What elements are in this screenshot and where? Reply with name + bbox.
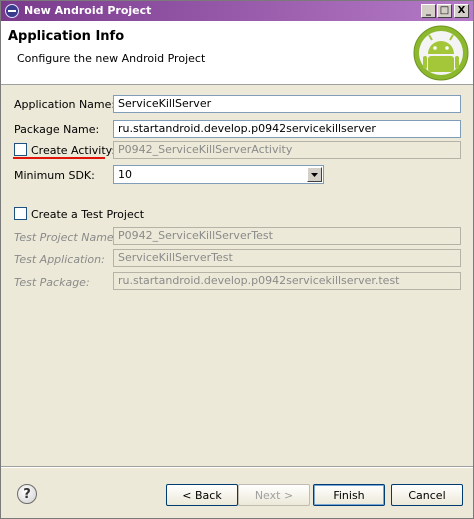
close-button[interactable]: X — [454, 4, 469, 18]
test-project-name-label: Test Project Name: — [14, 231, 118, 244]
test-application-input: ServiceKillServerTest — [113, 249, 461, 267]
application-name-label: Application Name: — [14, 98, 116, 111]
test-application-label: Test Application: — [14, 253, 105, 266]
minimum-sdk-value: 10 — [118, 168, 132, 181]
window-title: New Android Project — [24, 4, 152, 17]
eclipse-icon — [5, 4, 19, 18]
test-package-label: Test Package: — [14, 276, 90, 289]
test-package-input: ru.startandroid.develop.p0942servicekill… — [113, 272, 461, 290]
test-project-name-input: P0942_ServiceKillServerTest — [113, 227, 461, 245]
window-titlebar: New Android Project _ □ X — [1, 1, 473, 21]
cancel-button[interactable]: Cancel — [391, 484, 463, 506]
application-name-input[interactable]: ServiceKillServer — [113, 95, 461, 113]
create-activity-highlight-underline — [13, 157, 105, 159]
android-logo-icon — [413, 25, 469, 81]
minimum-sdk-select[interactable]: 10 — [113, 165, 324, 184]
create-test-project-checkbox[interactable] — [14, 207, 27, 220]
page-title: Application Info — [8, 29, 125, 44]
finish-button[interactable]: Finish — [313, 484, 385, 506]
footer-separator — [1, 466, 473, 468]
help-icon[interactable]: ? — [17, 484, 37, 504]
page-description: Configure the new Android Project — [17, 52, 206, 65]
minimum-sdk-label: Minimum SDK: — [14, 169, 95, 182]
maximize-button[interactable]: □ — [437, 4, 452, 18]
dropdown-arrow-icon[interactable] — [307, 167, 322, 182]
create-activity-label: Create Activity: — [31, 144, 116, 157]
package-name-label: Package Name: — [14, 123, 100, 136]
back-button[interactable]: < Back — [166, 484, 238, 506]
create-test-project-label: Create a Test Project — [31, 208, 145, 221]
create-activity-input: P0942_ServiceKillServerActivity — [113, 141, 461, 159]
wizard-header: Application Info Configure the new Andro… — [1, 21, 473, 85]
minimize-button[interactable]: _ — [421, 4, 436, 18]
form-body: Application Name: ServiceKillServer Pack… — [1, 86, 473, 466]
next-button[interactable]: Next > — [238, 484, 310, 506]
package-name-input[interactable]: ru.startandroid.develop.p0942servicekill… — [113, 120, 461, 138]
new-android-project-window: New Android Project _ □ X Application In… — [0, 0, 474, 519]
create-activity-checkbox[interactable] — [14, 143, 27, 156]
